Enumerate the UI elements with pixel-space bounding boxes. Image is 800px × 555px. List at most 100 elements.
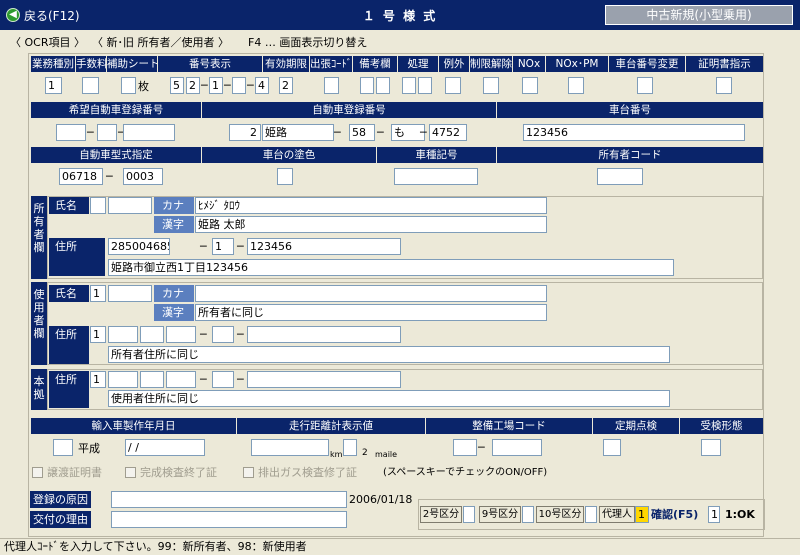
user-name-input[interactable] [108,285,152,302]
reigai-input[interactable] [445,77,461,94]
reason-reg-input[interactable] [111,491,347,508]
kibo-input-2[interactable] [97,124,117,141]
nox-input[interactable] [522,77,538,94]
reason-issue-input[interactable] [111,511,347,528]
user-addr-b[interactable] [212,326,234,343]
checkbox-kansei[interactable] [125,467,136,478]
bango-input-1[interactable]: 5 [170,77,184,94]
hd-owner-code: 所有者コード [497,147,763,163]
hd-nox: NOx [513,56,545,72]
certificate-input[interactable] [716,77,732,94]
biko-input-2[interactable] [376,77,390,94]
owner-addr-text[interactable]: 姫路市御立西1丁目123456 [108,259,674,276]
katashiki-input-a[interactable]: 06718 [59,168,103,185]
kibo-input-1[interactable] [56,124,86,141]
base-section-label: 本拠 [31,369,47,410]
tab-ocr[interactable]: 〈 OCR項目 〉 [10,35,85,50]
owner-addr-c[interactable]: 123456 [247,238,401,255]
k2-input[interactable] [463,506,475,523]
k10-input[interactable] [585,506,597,523]
hd-reigai: 例外 [439,56,469,72]
seibi-input-b[interactable] [492,439,542,456]
chassis-input[interactable]: 123456 [523,124,745,141]
soko-unit-km: km [330,450,343,459]
base-addr-a2[interactable] [140,371,164,388]
user-addr-code[interactable]: 1 [90,326,106,343]
user-kana-input[interactable] [195,285,547,302]
f4-toggle-hint: F4 … 画面表示切り替え [248,36,368,49]
seigen-input[interactable] [483,77,499,94]
checkbox-joto[interactable] [32,467,43,478]
tab-new-old-owner[interactable]: 〈 新･旧 所有者／使用者 〉 [92,35,229,50]
soko-unit-maile: maile [375,450,398,459]
yuko-input[interactable]: 2 [279,77,293,94]
owner-code-input[interactable] [597,168,643,185]
reg-input-c[interactable]: 58 [349,124,375,141]
reg-input-e[interactable]: 4752 [429,124,467,141]
user-addr-c[interactable] [247,326,401,343]
owner-name-label: 氏名 [49,197,89,214]
checkbox-haishutsu[interactable] [243,467,254,478]
owner-addr-label: 住所 [49,238,105,276]
hd-yuko: 有効期限 [263,56,309,72]
owner-kanji-input[interactable]: 姫路 太郎 [195,216,547,233]
kibo-input-3[interactable] [123,124,175,141]
yunyu-date-input[interactable]: / / [125,439,205,456]
shutcho-input[interactable] [324,77,339,94]
bango-input-4[interactable] [232,77,246,94]
base-addr-code[interactable]: 1 [90,371,106,388]
base-addr-text[interactable]: 使用者住所に同じ [108,390,670,407]
hd-gyomu: 業務種別 [31,56,75,72]
base-addr-a3[interactable] [166,371,196,388]
owner-addr-code[interactable]: 285004685 [108,238,170,255]
agent-input[interactable]: 1 [635,506,649,523]
hd-shashu: 車種記号 [377,147,496,163]
base-addr-b[interactable] [212,371,234,388]
owner-name-code[interactable] [90,197,106,214]
shori-input-2[interactable] [418,77,432,94]
juken-input[interactable] [701,439,721,456]
shori-input-1[interactable] [402,77,416,94]
user-addr-a2[interactable] [140,326,164,343]
katashiki-input-b[interactable]: 0003 [123,168,163,185]
user-name-code[interactable]: 1 [90,285,106,302]
status-bar: 代理人ｺｰﾄﾞを入力して下さい。99：新所有者、98：新使用者 [0,538,800,555]
user-addr-label: 住所 [49,326,89,364]
shashu-input[interactable] [394,168,478,185]
soko-input[interactable] [251,439,329,456]
owner-kana-label: カナ [154,197,194,214]
hd-teiki: 定期点検 [593,418,679,434]
yunyu-era-input[interactable] [53,439,73,456]
seibi-input-a[interactable] [453,439,477,456]
noxpm-input[interactable] [568,77,584,94]
bango-input-3[interactable]: 1 [209,77,223,94]
base-addr-c[interactable] [247,371,401,388]
toshoku-input[interactable] [277,168,293,185]
hojo-input[interactable] [121,77,136,94]
biko-input-1[interactable] [360,77,374,94]
confirm-input[interactable]: 1 [708,506,720,523]
reg-input-a[interactable]: 2 [229,124,261,141]
user-kana-label: カナ [154,285,194,302]
user-addr-text[interactable]: 所有者住所に同じ [108,346,670,363]
reg-input-b[interactable]: 姫路 [262,124,334,141]
user-name-label: 氏名 [49,285,89,302]
bango-input-5[interactable]: 4 [255,77,269,94]
k9-input[interactable] [522,506,534,523]
chassis-change-input[interactable] [637,77,653,94]
soko-unit-input[interactable] [343,439,357,456]
user-kanji-input[interactable]: 所有者に同じ [195,304,547,321]
owner-name-input[interactable] [108,197,152,214]
user-addr-a3[interactable] [166,326,196,343]
owner-kana-input[interactable]: ﾋﾒｼﾞ ﾀﾛｳ [195,197,547,214]
menu-bar: 〈 OCR項目 〉 〈 新･旧 所有者／使用者 〉 F4 … 画面表示切り替え [0,33,800,51]
hd-toshoku: 車台の塗色 [202,147,376,163]
tesuryo-input[interactable] [82,77,99,94]
teiki-input[interactable] [603,439,621,456]
user-addr-a[interactable] [108,326,138,343]
bango-input-2[interactable]: 2 [186,77,200,94]
owner-addr-b[interactable]: 1 [212,238,234,255]
base-addr-a[interactable] [108,371,138,388]
hd-certificate: 証明書指示 [686,56,763,72]
gyomu-input[interactable]: 1 [45,77,62,94]
